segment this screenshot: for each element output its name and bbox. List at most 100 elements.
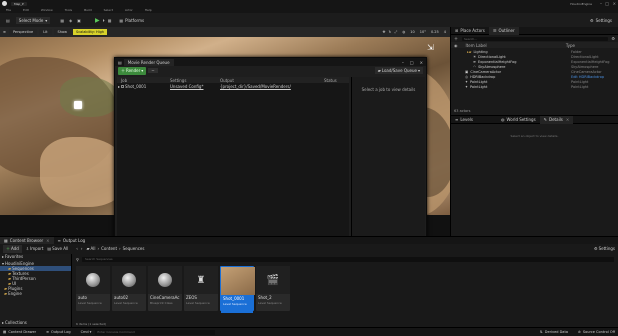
collections-header[interactable]: ▸ Collections [2,320,27,325]
add-button[interactable]: ＋ Add [3,244,22,253]
column-settings[interactable]: Settings [170,78,220,83]
import-label: Import [30,246,44,251]
output-log-button[interactable]: ≡ Output Log [46,330,70,334]
save-all-button[interactable]: ▤ Save All [47,246,68,251]
show-button[interactable]: Show [53,29,71,35]
settings-button[interactable]: ⚙ Settings [590,18,612,23]
world-icon[interactable]: ◍ [402,30,405,34]
content-drawer-button[interactable]: ▦ Content Drawer [3,330,36,334]
light-icon[interactable] [74,101,82,109]
search-input[interactable]: Search... [462,36,609,41]
tab-content-browser[interactable]: ▦ Content Browser × [0,237,54,244]
blueprint-icon[interactable]: ◈ [69,18,72,23]
job-output-link[interactable]: {project_dir}/Saved/MovieRenders/ [220,84,324,89]
close-tab-icon[interactable]: × [566,117,569,122]
minimize-icon[interactable]: – [402,60,404,65]
scale-snap-value[interactable]: 0.25 [431,30,439,34]
asset-tile[interactable]: CineCameraAc Blueprint Class [148,266,182,311]
minimize-icon[interactable]: – [600,1,602,6]
filter-icon[interactable]: ⚲ [76,257,79,262]
menu-edit[interactable]: Edit [23,8,29,12]
derived-data-button[interactable]: ⇅ Derived Data [540,330,568,334]
outliner-panel: ⊞ Place Actors ☰ Outliner ＋ Search... ⚙ … [450,26,618,115]
column-job[interactable]: Job [117,78,170,83]
select-mode-dropdown[interactable]: Select Mode ▾ [15,16,51,24]
scale-icon[interactable]: ⤢ [394,30,397,34]
menu-tools[interactable]: Tools [65,8,72,12]
close-icon[interactable]: × [420,60,423,65]
level-sequence-icon [86,273,100,287]
menu-select[interactable]: Select [104,8,113,12]
render-label: Render [126,68,141,73]
close-tab-icon[interactable]: × [46,238,49,243]
level-tab[interactable]: Map_P [11,1,27,6]
tab-place-actors[interactable]: ⊞ Place Actors [451,28,489,33]
tab-levels[interactable]: ≡ Levels [451,117,477,122]
tab-output-log[interactable]: ≡ Output Log [54,238,90,243]
angle-snap-value[interactable]: 10° [420,30,426,34]
tab-world-settings[interactable]: ◍ World Settings [497,117,540,122]
favorites-header[interactable]: ▸ Favorites [0,254,71,259]
scalability-badge[interactable]: Scalability: High [72,29,108,35]
camera-speed-value[interactable]: 4 [444,30,446,34]
import-button[interactable]: ⇩ Import [26,246,44,251]
breadcrumb-all[interactable]: All [91,246,96,251]
add-render-button[interactable]: ＋ Render ▾ [118,66,147,75]
asset-tile[interactable]: auto Level Sequence [76,266,110,311]
tree-item-engine[interactable]: ▰ Engine [0,291,71,296]
play-options-icon[interactable]: ⏵ [103,18,105,23]
tab-details[interactable]: ✎ Details × [539,115,574,124]
header-item-label[interactable]: Item Label [466,43,487,48]
platforms-button[interactable]: ▦ Platforms [119,18,144,23]
viewport-menu-icon[interactable]: ≡ [3,30,6,34]
breadcrumb-sequences[interactable]: Sequences [123,246,145,251]
forward-icon[interactable]: › [81,246,83,251]
column-output[interactable]: Output [220,78,324,83]
show-label: Show [57,30,67,34]
menu-window[interactable]: Window [41,8,53,12]
job-enabled-checkbox[interactable] [121,84,124,88]
source-control-button[interactable]: ⊘ Source Control Off [578,330,615,334]
asset-name: Shot_2 [258,295,272,300]
menu-file[interactable]: File [6,8,11,12]
settings-button[interactable]: ⚙ Settings [594,246,615,251]
back-icon[interactable]: ‹ [76,246,78,251]
load-save-queue-button[interactable]: ▰ Load/Save Queue ▾ [374,67,423,74]
menu-build[interactable]: Build [84,8,92,12]
clapperboard-icon: 🎬 [266,274,280,286]
cinematics-icon[interactable]: ▣ [77,18,81,23]
asset-tile[interactable]: auto02 Level Sequence [112,266,146,311]
breadcrumb-content[interactable]: Content [101,246,117,251]
tab-outliner[interactable]: ☰ Outliner [488,26,519,35]
rotate-icon[interactable]: ↻ [388,30,391,34]
menu-help[interactable]: Help [145,8,152,12]
cmd-dropdown[interactable]: Cmd ▾ [81,330,92,334]
asset-tile[interactable]: Shot_0001 Level Sequence [220,266,255,313]
remove-button[interactable]: − [148,68,158,73]
asset-tile[interactable]: 🎬 Shot_2 Level Sequence [256,266,290,311]
add-icon[interactable]: ＋ [454,36,458,42]
filter-icon[interactable]: ⚙ [611,36,615,41]
header-type[interactable]: Type [566,43,575,48]
asset-search-input[interactable]: Search Sequences [81,256,614,262]
console-input[interactable]: Enter Console Command [95,329,216,335]
maximize-icon[interactable]: □ [410,60,414,65]
perspective-button[interactable]: Perspective [8,29,38,35]
asset-tile[interactable]: ♜ ZEOS Level Sequence [184,266,218,311]
stop-icon[interactable]: ■ [108,18,112,23]
column-status[interactable]: Status [324,78,348,83]
menu-actor[interactable]: Actor [125,8,133,12]
save-icon: ▤ [47,246,52,251]
grid-snap-value[interactable]: 10 [410,30,414,34]
close-icon[interactable]: × [613,1,616,6]
maximize-icon[interactable]: □ [605,1,609,6]
play-icon[interactable]: ▶ [95,17,100,24]
derived-data-label: Derived Data [544,330,568,334]
save-icon[interactable]: ▤ [6,18,10,23]
job-settings-link[interactable]: Unsaved Config* [170,84,220,89]
translate-icon[interactable]: ✥ [383,30,386,34]
table-row[interactable]: ▸ Shot_0001 Unsaved Config* {project_dir… [117,83,349,89]
lit-button[interactable]: Lit [39,29,52,35]
content-icon[interactable]: ▦ [60,18,64,23]
list-item[interactable]: ✦ PointLight PointLight [465,85,615,90]
